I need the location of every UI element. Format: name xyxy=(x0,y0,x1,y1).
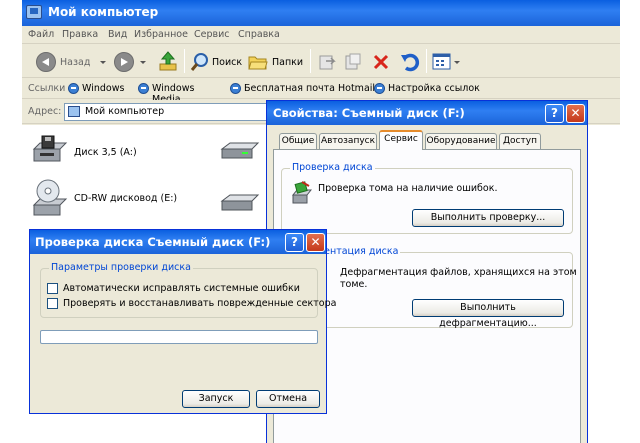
check-options-group-title: Параметры проверки диска xyxy=(49,262,193,273)
views-button[interactable] xyxy=(432,52,460,72)
drive-cd-e[interactable]: CD-RW дисковод (E:) xyxy=(32,179,177,219)
search-icon xyxy=(190,53,208,71)
undo-icon xyxy=(401,53,420,72)
links-bar: Ссылки Windows Windows Media Бесплатная … xyxy=(22,79,620,105)
close-button[interactable]: ✕ xyxy=(306,233,325,252)
check-disk-icon xyxy=(291,181,312,204)
copy-to-button[interactable] xyxy=(344,53,362,71)
cancel-button[interactable]: Отмена xyxy=(256,390,320,408)
back-label: Назад xyxy=(60,57,91,68)
defrag-description-line1: Дефрагментация файлов, хранящихся на это… xyxy=(340,267,577,278)
link-hotmail[interactable]: Бесплатная почта Hotmail xyxy=(230,82,376,96)
option-recover-sectors[interactable]: Проверять и восстанавливать поврежденные… xyxy=(47,298,336,311)
my-computer-icon xyxy=(68,106,80,117)
explorer-title: Мой компьютер xyxy=(48,5,159,19)
defrag-description-line2: томе. xyxy=(340,279,368,290)
drive-cd-label: CD-RW дисковод (E:) xyxy=(74,193,178,204)
chevron-down-icon xyxy=(100,61,106,64)
my-computer-icon xyxy=(26,5,42,19)
copy-to-icon xyxy=(345,53,361,70)
menu-edit[interactable]: Правка xyxy=(62,29,98,40)
folders-label: Папки xyxy=(272,57,304,68)
tab-hardware[interactable]: Оборудование xyxy=(425,133,497,149)
chevron-down-icon xyxy=(140,61,146,64)
undo-button[interactable] xyxy=(400,52,420,72)
drive-hdd-2[interactable] xyxy=(218,191,262,213)
delete-button[interactable] xyxy=(372,53,390,71)
link-windows-media[interactable]: Windows Media xyxy=(138,82,222,105)
check-disk-dialog: Проверка диска Съемный диск (F:) ? ✕ Пар… xyxy=(29,229,336,414)
check-options-group: Параметры проверки диска Автоматически и… xyxy=(40,262,336,318)
ie-page-icon xyxy=(374,83,385,94)
links-label: Ссылки xyxy=(28,83,66,94)
tab-autorun[interactable]: Автозапуск xyxy=(319,133,377,149)
move-to-button[interactable] xyxy=(318,53,336,71)
drive-floppy-a[interactable]: Диск 3,5 (A:) xyxy=(32,133,152,169)
check-progress-bar xyxy=(40,330,318,344)
menu-favorites[interactable]: Избранное xyxy=(134,29,188,40)
ie-page-icon xyxy=(138,83,149,94)
up-folder-button[interactable] xyxy=(158,50,178,72)
menu-tools[interactable]: Сервис xyxy=(194,29,230,40)
link-windows[interactable]: Windows xyxy=(68,82,128,96)
address-value: Мой компьютер xyxy=(85,106,165,117)
back-button[interactable]: Назад xyxy=(36,50,106,74)
auto-fix-label: Автоматически исправлять системные ошибк… xyxy=(63,283,300,294)
folders-icon xyxy=(248,56,268,70)
explorer-title-bar[interactable]: Мой компьютер xyxy=(22,0,620,26)
tab-general[interactable]: Общие xyxy=(279,133,317,149)
hard-drive-icon xyxy=(220,194,260,211)
link-windows-label: Windows xyxy=(82,83,125,94)
check-disk-group-title: Проверка диска xyxy=(290,162,375,173)
run-check-button[interactable]: Выполнить проверку... xyxy=(412,209,564,227)
option-auto-fix[interactable]: Автоматически исправлять системные ошибк… xyxy=(47,283,307,296)
help-button[interactable]: ? xyxy=(285,233,304,252)
tab-tools[interactable]: Сервис xyxy=(379,130,423,150)
search-button[interactable]: Поиск xyxy=(190,50,244,74)
drive-floppy-label: Диск 3,5 (A:) xyxy=(74,147,137,158)
start-button[interactable]: Запуск xyxy=(182,390,250,408)
link-customize[interactable]: Настройка ссылок xyxy=(374,82,484,96)
toolbar: Назад Поиск Папки xyxy=(22,44,620,78)
forward-arrow-icon xyxy=(114,52,134,72)
check-disk-description: Проверка тома на наличие ошибок. xyxy=(318,183,498,194)
link-customize-label: Настройка ссылок xyxy=(388,83,480,94)
drive-hdd-1[interactable] xyxy=(218,139,262,161)
toolbar-separator xyxy=(184,49,185,73)
ie-page-icon xyxy=(230,83,241,94)
tab-sharing[interactable]: Доступ xyxy=(499,133,541,149)
check-disk-title: Проверка диска Съемный диск (F:) xyxy=(35,235,271,249)
hard-drive-icon xyxy=(220,142,260,159)
move-to-icon xyxy=(319,55,336,70)
menu-file[interactable]: Файл xyxy=(28,29,54,40)
chevron-down-icon xyxy=(454,61,460,64)
back-arrow-icon xyxy=(36,52,56,72)
floppy-drive-icon xyxy=(32,135,68,162)
recover-sectors-checkbox[interactable] xyxy=(47,298,58,309)
ie-page-icon xyxy=(68,83,79,94)
properties-title-bar[interactable]: Свойства: Съемный диск (F:) ? ✕ xyxy=(267,101,587,125)
search-label: Поиск xyxy=(212,57,243,68)
run-defrag-button[interactable]: Выполнить дефрагментацию... xyxy=(412,299,564,329)
forward-button[interactable] xyxy=(114,50,150,74)
check-disk-title-bar[interactable]: Проверка диска Съемный диск (F:) ? ✕ xyxy=(30,230,326,254)
toolbar-separator xyxy=(310,49,311,73)
properties-title: Свойства: Съемный диск (F:) xyxy=(273,106,465,120)
check-disk-group: Проверка диска Проверка тома на наличие … xyxy=(281,162,573,234)
address-label: Адрес: xyxy=(28,106,62,117)
views-grid-icon xyxy=(432,53,451,70)
auto-fix-checkbox[interactable] xyxy=(47,283,58,294)
help-button[interactable]: ? xyxy=(545,104,564,123)
menu-bar: Файл Правка Вид Избранное Сервис Справка xyxy=(22,26,620,44)
menu-view[interactable]: Вид xyxy=(108,29,127,40)
link-hotmail-label: Бесплатная почта Hotmail xyxy=(244,83,376,94)
delete-x-icon xyxy=(373,54,389,70)
cd-drive-icon xyxy=(32,179,68,216)
menu-help[interactable]: Справка xyxy=(238,29,280,40)
recover-sectors-label: Проверять и восстанавливать поврежденные… xyxy=(63,298,337,309)
toolbar-separator xyxy=(426,49,427,73)
close-button[interactable]: ✕ xyxy=(566,104,585,123)
up-folder-icon xyxy=(159,51,177,71)
folders-button[interactable]: Папки xyxy=(248,50,306,74)
